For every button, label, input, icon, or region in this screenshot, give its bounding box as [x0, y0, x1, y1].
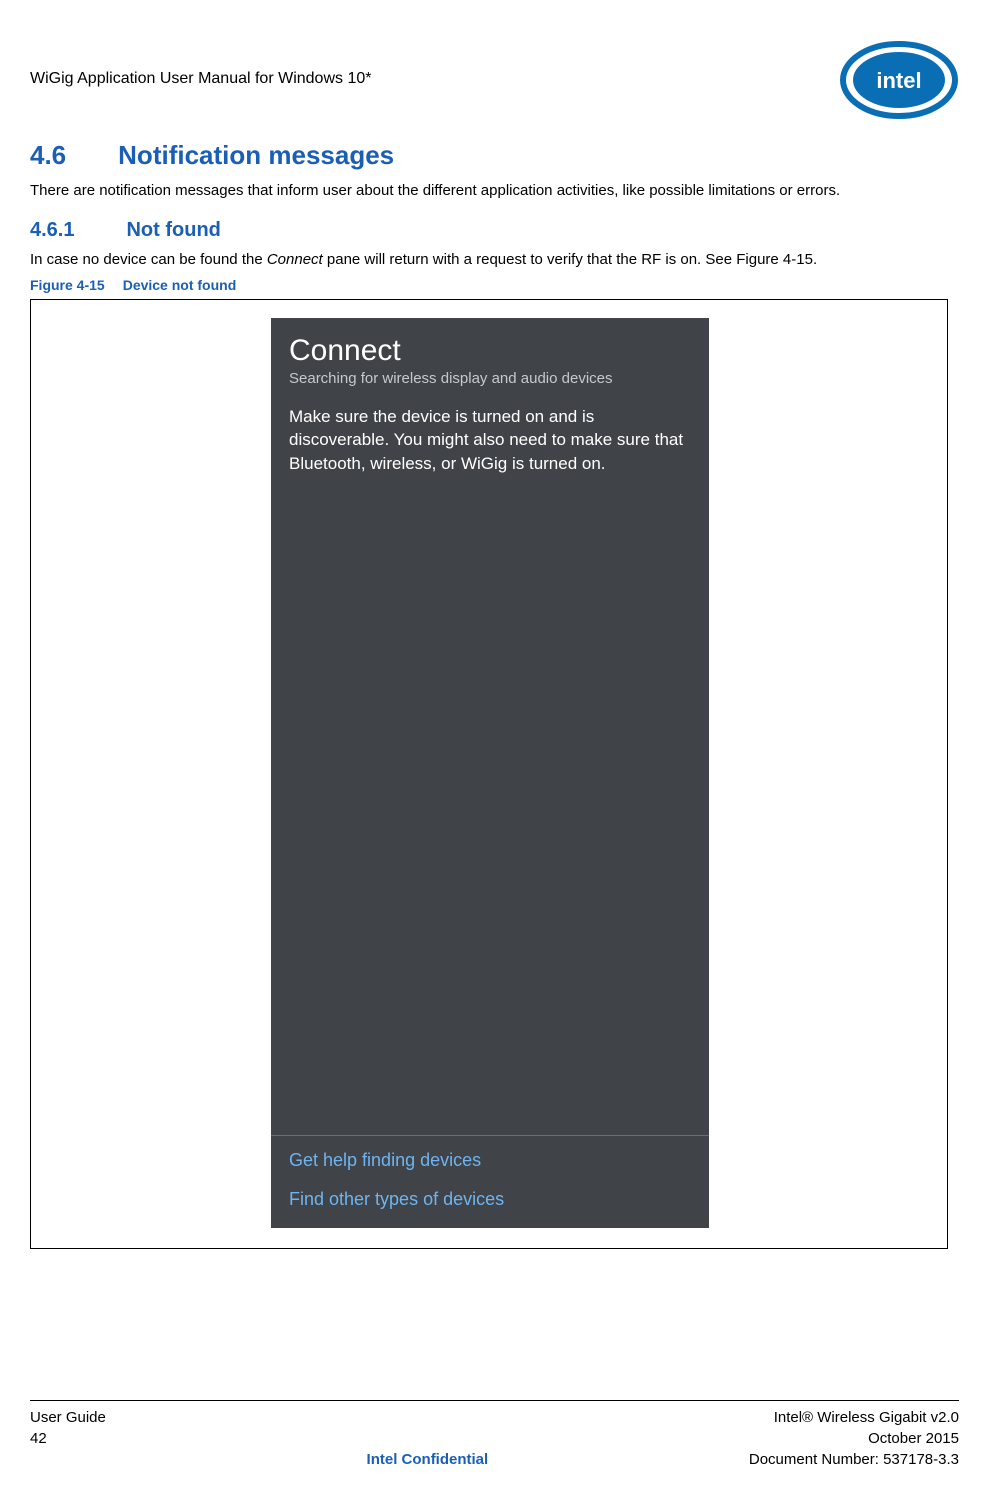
section-number-4-6-1: 4.6.1: [30, 219, 74, 242]
body-post: pane will return with a request to verif…: [323, 251, 817, 268]
footer-user-guide: User Guide: [30, 1407, 106, 1428]
connect-pane-message: Make sure the device is turned on and is…: [289, 405, 691, 476]
section-4-6-body: There are notification messages that inf…: [30, 181, 959, 201]
footer-date: October 2015: [749, 1428, 959, 1449]
section-title-notification-messages: Notification messages: [118, 140, 394, 171]
section-title-not-found: Not found: [126, 219, 220, 242]
footer-confidential: Intel Confidential: [106, 1449, 749, 1470]
figure-title: Device not found: [123, 277, 237, 293]
svg-text:intel: intel: [876, 68, 921, 93]
connect-pane-subtitle: Searching for wireless display and audio…: [289, 370, 691, 387]
intel-logo-icon: intel: [839, 40, 959, 120]
doc-title: WiGig Application User Manual for Window…: [30, 40, 371, 88]
figure-id: Figure 4-15: [30, 277, 105, 293]
figure-frame: Connect Searching for wireless display a…: [30, 299, 948, 1249]
find-other-types-of-devices-link[interactable]: Find other types of devices: [289, 1189, 691, 1210]
get-help-finding-devices-link[interactable]: Get help finding devices: [289, 1150, 691, 1171]
footer-divider: [30, 1400, 959, 1401]
footer-page-number: 42: [30, 1428, 106, 1449]
footer-document-number: Document Number: 537178-3.3: [749, 1449, 959, 1470]
section-4-6-1-body: In case no device can be found the Conne…: [30, 250, 959, 270]
body-pre: In case no device can be found the: [30, 251, 267, 268]
page-footer: User Guide 42 Intel Confidential Intel® …: [30, 1400, 959, 1470]
connect-pane-title: Connect: [289, 334, 691, 368]
footer-product-version: Intel® Wireless Gigabit v2.0: [749, 1407, 959, 1428]
section-number-4-6: 4.6: [30, 140, 66, 171]
body-em-connect: Connect: [267, 251, 323, 268]
connect-pane-divider: [271, 1135, 709, 1136]
connect-pane: Connect Searching for wireless display a…: [271, 318, 709, 1228]
